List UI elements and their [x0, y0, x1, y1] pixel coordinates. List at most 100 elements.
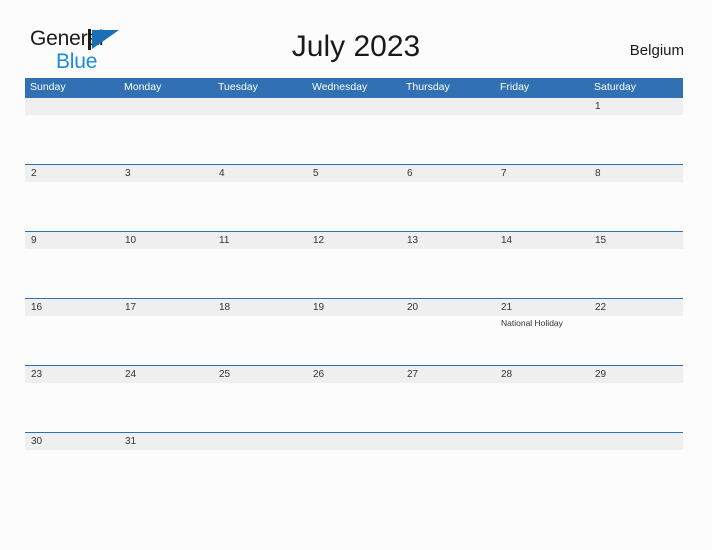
- calendar-grid: Sunday Monday Tuesday Wednesday Thursday…: [25, 78, 683, 499]
- day-number[interactable]: 19: [307, 299, 401, 316]
- day-event[interactable]: [25, 249, 119, 298]
- day-event[interactable]: [213, 383, 307, 432]
- day-number[interactable]: 29: [589, 366, 683, 383]
- day-event[interactable]: [213, 450, 307, 499]
- day-event[interactable]: [307, 450, 401, 499]
- day-event[interactable]: [589, 383, 683, 432]
- day-event-national-holiday[interactable]: National Holiday: [495, 316, 589, 365]
- day-number[interactable]: 27: [401, 366, 495, 383]
- calendar-week-row: 9 10 11 12 13 14 15: [25, 231, 683, 298]
- day-number[interactable]: [307, 433, 401, 450]
- day-event[interactable]: [589, 249, 683, 298]
- week-event-band: [25, 383, 683, 432]
- day-event[interactable]: [119, 115, 213, 164]
- day-event[interactable]: [401, 249, 495, 298]
- day-event[interactable]: [307, 182, 401, 231]
- day-event[interactable]: [495, 383, 589, 432]
- day-number[interactable]: 12: [307, 232, 401, 249]
- day-number[interactable]: 31: [119, 433, 213, 450]
- day-number[interactable]: 28: [495, 366, 589, 383]
- day-event[interactable]: [213, 249, 307, 298]
- day-number[interactable]: 26: [307, 366, 401, 383]
- locale-label: Belgium: [629, 42, 684, 59]
- calendar-week-row: 30 31: [25, 432, 683, 499]
- week-event-band: [25, 115, 683, 164]
- day-event[interactable]: [25, 383, 119, 432]
- day-number[interactable]: 9: [25, 232, 119, 249]
- day-event[interactable]: [589, 450, 683, 499]
- day-number[interactable]: 1: [589, 98, 683, 115]
- day-number[interactable]: 18: [213, 299, 307, 316]
- day-number[interactable]: [589, 433, 683, 450]
- day-event[interactable]: [119, 316, 213, 365]
- day-number[interactable]: [401, 433, 495, 450]
- day-number[interactable]: [495, 98, 589, 115]
- day-number[interactable]: 17: [119, 299, 213, 316]
- day-number[interactable]: 21: [495, 299, 589, 316]
- day-number[interactable]: 4: [213, 165, 307, 182]
- day-number[interactable]: 3: [119, 165, 213, 182]
- week-date-band: 30 31: [25, 433, 683, 450]
- day-number[interactable]: [401, 98, 495, 115]
- day-event[interactable]: [119, 383, 213, 432]
- calendar-week-row: 2 3 4 5 6 7 8: [25, 164, 683, 231]
- day-event[interactable]: [307, 383, 401, 432]
- day-event[interactable]: [213, 182, 307, 231]
- weekday-header-friday: Friday: [500, 81, 530, 93]
- day-number[interactable]: 14: [495, 232, 589, 249]
- day-number[interactable]: 24: [119, 366, 213, 383]
- day-event[interactable]: [119, 182, 213, 231]
- day-event[interactable]: [213, 316, 307, 365]
- day-event[interactable]: [401, 383, 495, 432]
- page-header: General Blue July 2023 Belgium: [0, 0, 712, 72]
- day-event[interactable]: [25, 182, 119, 231]
- day-event[interactable]: [25, 316, 119, 365]
- day-event[interactable]: [495, 249, 589, 298]
- day-event[interactable]: [589, 182, 683, 231]
- day-number[interactable]: 10: [119, 232, 213, 249]
- day-event[interactable]: [307, 316, 401, 365]
- day-event[interactable]: [25, 115, 119, 164]
- day-number[interactable]: [25, 98, 119, 115]
- day-number[interactable]: 8: [589, 165, 683, 182]
- day-number[interactable]: 11: [213, 232, 307, 249]
- day-number[interactable]: [495, 433, 589, 450]
- day-event[interactable]: [495, 115, 589, 164]
- day-number[interactable]: 22: [589, 299, 683, 316]
- day-number[interactable]: [213, 98, 307, 115]
- day-number[interactable]: [307, 98, 401, 115]
- day-event[interactable]: [213, 115, 307, 164]
- day-event[interactable]: [119, 249, 213, 298]
- day-event[interactable]: [401, 450, 495, 499]
- weekday-header-sunday: Sunday: [30, 81, 66, 93]
- day-number[interactable]: 30: [25, 433, 119, 450]
- weekday-header-row: Sunday Monday Tuesday Wednesday Thursday…: [25, 78, 683, 97]
- day-event[interactable]: [307, 115, 401, 164]
- day-number[interactable]: 6: [401, 165, 495, 182]
- day-number[interactable]: [213, 433, 307, 450]
- day-number[interactable]: 7: [495, 165, 589, 182]
- day-event[interactable]: [307, 249, 401, 298]
- page-title: July 2023: [291, 30, 421, 63]
- day-number[interactable]: 20: [401, 299, 495, 316]
- day-event[interactable]: [401, 316, 495, 365]
- week-date-band: 9 10 11 12 13 14 15: [25, 232, 683, 249]
- day-event[interactable]: [589, 316, 683, 365]
- day-number[interactable]: 13: [401, 232, 495, 249]
- day-number[interactable]: 2: [25, 165, 119, 182]
- day-event[interactable]: [495, 450, 589, 499]
- week-date-band: 16 17 18 19 20 21 22: [25, 299, 683, 316]
- day-event[interactable]: [119, 450, 213, 499]
- day-event[interactable]: [25, 450, 119, 499]
- day-event[interactable]: [495, 182, 589, 231]
- day-event[interactable]: [401, 115, 495, 164]
- day-number[interactable]: 25: [213, 366, 307, 383]
- day-number[interactable]: [119, 98, 213, 115]
- day-number[interactable]: 5: [307, 165, 401, 182]
- day-event[interactable]: [401, 182, 495, 231]
- day-number[interactable]: 15: [589, 232, 683, 249]
- day-number[interactable]: 23: [25, 366, 119, 383]
- day-event[interactable]: [589, 115, 683, 164]
- week-event-band: [25, 450, 683, 499]
- day-number[interactable]: 16: [25, 299, 119, 316]
